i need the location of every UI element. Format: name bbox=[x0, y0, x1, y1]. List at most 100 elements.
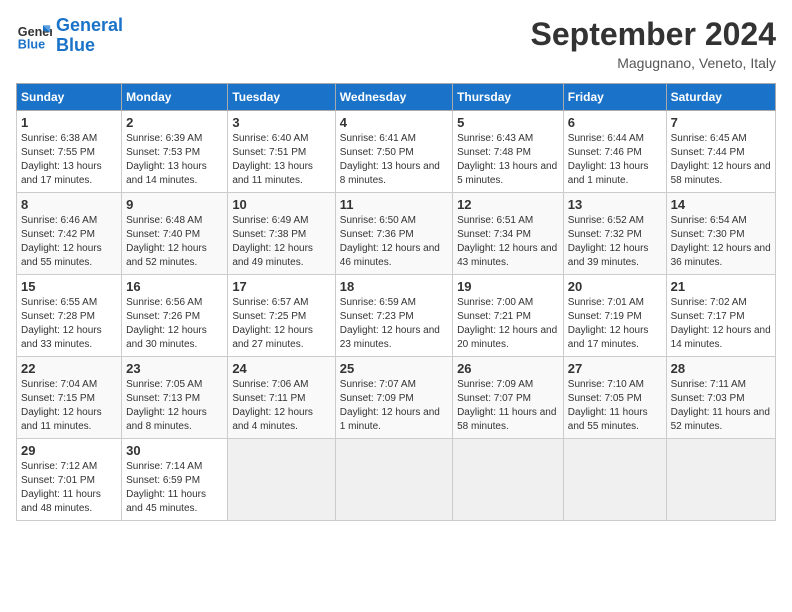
day-number: 6 bbox=[568, 115, 662, 130]
day-number: 19 bbox=[457, 279, 559, 294]
daylight-label: Daylight: 12 hours and 46 minutes. bbox=[340, 243, 440, 268]
day-info: Sunrise: 6:49 AM Sunset: 7:38 PM Dayligh… bbox=[232, 214, 330, 270]
calendar-week-5: 29 Sunrise: 7:12 AM Sunset: 7:01 PM Dayl… bbox=[17, 439, 776, 521]
sunrise-label: Sunrise: 7:04 AM bbox=[21, 379, 97, 390]
sunset-label: Sunset: 7:44 PM bbox=[671, 147, 745, 158]
sunset-label: Sunset: 7:30 PM bbox=[671, 229, 745, 240]
sunrise-label: Sunrise: 6:46 AM bbox=[21, 215, 97, 226]
logo: General Blue General Blue bbox=[16, 16, 123, 56]
weekday-header-wednesday: Wednesday bbox=[335, 84, 452, 111]
calendar-cell bbox=[453, 439, 564, 521]
day-number: 23 bbox=[126, 361, 223, 376]
calendar-cell bbox=[228, 439, 335, 521]
sunset-label: Sunset: 7:15 PM bbox=[21, 393, 95, 404]
day-info: Sunrise: 6:44 AM Sunset: 7:46 PM Dayligh… bbox=[568, 132, 662, 188]
day-info: Sunrise: 6:50 AM Sunset: 7:36 PM Dayligh… bbox=[340, 214, 448, 270]
calendar-cell: 2 Sunrise: 6:39 AM Sunset: 7:53 PM Dayli… bbox=[122, 111, 228, 193]
day-number: 1 bbox=[21, 115, 117, 130]
day-number: 18 bbox=[340, 279, 448, 294]
sunrise-label: Sunrise: 7:00 AM bbox=[457, 297, 533, 308]
calendar-cell bbox=[563, 439, 666, 521]
daylight-label: Daylight: 12 hours and 33 minutes. bbox=[21, 325, 102, 350]
daylight-label: Daylight: 11 hours and 48 minutes. bbox=[21, 489, 101, 514]
sunrise-label: Sunrise: 6:50 AM bbox=[340, 215, 416, 226]
sunrise-label: Sunrise: 6:48 AM bbox=[126, 215, 202, 226]
day-number: 7 bbox=[671, 115, 771, 130]
daylight-label: Daylight: 11 hours and 52 minutes. bbox=[671, 407, 770, 432]
daylight-label: Daylight: 12 hours and 30 minutes. bbox=[126, 325, 207, 350]
daylight-label: Daylight: 12 hours and 36 minutes. bbox=[671, 243, 771, 268]
day-number: 2 bbox=[126, 115, 223, 130]
calendar-title: September 2024 bbox=[531, 16, 776, 53]
sunset-label: Sunset: 7:51 PM bbox=[232, 147, 306, 158]
sunrise-label: Sunrise: 6:43 AM bbox=[457, 133, 533, 144]
daylight-label: Daylight: 12 hours and 52 minutes. bbox=[126, 243, 207, 268]
sunrise-label: Sunrise: 7:02 AM bbox=[671, 297, 747, 308]
sunset-label: Sunset: 7:50 PM bbox=[340, 147, 414, 158]
weekday-header-tuesday: Tuesday bbox=[228, 84, 335, 111]
day-info: Sunrise: 7:01 AM Sunset: 7:19 PM Dayligh… bbox=[568, 296, 662, 352]
day-info: Sunrise: 7:05 AM Sunset: 7:13 PM Dayligh… bbox=[126, 378, 223, 434]
day-number: 12 bbox=[457, 197, 559, 212]
day-number: 27 bbox=[568, 361, 662, 376]
sunset-label: Sunset: 7:03 PM bbox=[671, 393, 745, 404]
day-info: Sunrise: 6:46 AM Sunset: 7:42 PM Dayligh… bbox=[21, 214, 117, 270]
day-number: 11 bbox=[340, 197, 448, 212]
sunset-label: Sunset: 7:17 PM bbox=[671, 311, 745, 322]
day-number: 30 bbox=[126, 443, 223, 458]
day-number: 4 bbox=[340, 115, 448, 130]
sunset-label: Sunset: 7:55 PM bbox=[21, 147, 95, 158]
day-number: 28 bbox=[671, 361, 771, 376]
day-info: Sunrise: 6:54 AM Sunset: 7:30 PM Dayligh… bbox=[671, 214, 771, 270]
weekday-header-thursday: Thursday bbox=[453, 84, 564, 111]
day-number: 13 bbox=[568, 197, 662, 212]
calendar-cell: 6 Sunrise: 6:44 AM Sunset: 7:46 PM Dayli… bbox=[563, 111, 666, 193]
day-info: Sunrise: 6:43 AM Sunset: 7:48 PM Dayligh… bbox=[457, 132, 559, 188]
sunset-label: Sunset: 7:07 PM bbox=[457, 393, 531, 404]
day-number: 5 bbox=[457, 115, 559, 130]
calendar-cell: 21 Sunrise: 7:02 AM Sunset: 7:17 PM Dayl… bbox=[666, 275, 775, 357]
day-number: 29 bbox=[21, 443, 117, 458]
daylight-label: Daylight: 12 hours and 20 minutes. bbox=[457, 325, 557, 350]
sunset-label: Sunset: 7:32 PM bbox=[568, 229, 642, 240]
sunrise-label: Sunrise: 7:07 AM bbox=[340, 379, 416, 390]
calendar-cell: 23 Sunrise: 7:05 AM Sunset: 7:13 PM Dayl… bbox=[122, 357, 228, 439]
sunrise-label: Sunrise: 6:39 AM bbox=[126, 133, 202, 144]
calendar-week-3: 15 Sunrise: 6:55 AM Sunset: 7:28 PM Dayl… bbox=[17, 275, 776, 357]
sunrise-label: Sunrise: 6:40 AM bbox=[232, 133, 308, 144]
calendar-table: SundayMondayTuesdayWednesdayThursdayFrid… bbox=[16, 83, 776, 521]
calendar-cell: 9 Sunrise: 6:48 AM Sunset: 7:40 PM Dayli… bbox=[122, 193, 228, 275]
day-info: Sunrise: 6:59 AM Sunset: 7:23 PM Dayligh… bbox=[340, 296, 448, 352]
day-info: Sunrise: 7:11 AM Sunset: 7:03 PM Dayligh… bbox=[671, 378, 771, 434]
daylight-label: Daylight: 12 hours and 11 minutes. bbox=[21, 407, 102, 432]
day-info: Sunrise: 6:57 AM Sunset: 7:25 PM Dayligh… bbox=[232, 296, 330, 352]
daylight-label: Daylight: 12 hours and 23 minutes. bbox=[340, 325, 440, 350]
sunrise-label: Sunrise: 7:09 AM bbox=[457, 379, 533, 390]
day-info: Sunrise: 7:00 AM Sunset: 7:21 PM Dayligh… bbox=[457, 296, 559, 352]
daylight-label: Daylight: 13 hours and 17 minutes. bbox=[21, 161, 102, 186]
calendar-cell: 14 Sunrise: 6:54 AM Sunset: 7:30 PM Dayl… bbox=[666, 193, 775, 275]
sunrise-label: Sunrise: 6:54 AM bbox=[671, 215, 747, 226]
sunrise-label: Sunrise: 6:55 AM bbox=[21, 297, 97, 308]
day-number: 21 bbox=[671, 279, 771, 294]
calendar-week-1: 1 Sunrise: 6:38 AM Sunset: 7:55 PM Dayli… bbox=[17, 111, 776, 193]
sunset-label: Sunset: 7:13 PM bbox=[126, 393, 200, 404]
sunrise-label: Sunrise: 7:01 AM bbox=[568, 297, 644, 308]
sunset-label: Sunset: 7:09 PM bbox=[340, 393, 414, 404]
calendar-cell: 29 Sunrise: 7:12 AM Sunset: 7:01 PM Dayl… bbox=[17, 439, 122, 521]
sunrise-label: Sunrise: 7:12 AM bbox=[21, 461, 97, 472]
calendar-title-area: September 2024 Magugnano, Veneto, Italy bbox=[531, 16, 776, 71]
day-info: Sunrise: 7:09 AM Sunset: 7:07 PM Dayligh… bbox=[457, 378, 559, 434]
calendar-cell: 25 Sunrise: 7:07 AM Sunset: 7:09 PM Dayl… bbox=[335, 357, 452, 439]
calendar-cell: 1 Sunrise: 6:38 AM Sunset: 7:55 PM Dayli… bbox=[17, 111, 122, 193]
sunrise-label: Sunrise: 6:59 AM bbox=[340, 297, 416, 308]
day-info: Sunrise: 7:07 AM Sunset: 7:09 PM Dayligh… bbox=[340, 378, 448, 434]
calendar-cell: 22 Sunrise: 7:04 AM Sunset: 7:15 PM Dayl… bbox=[17, 357, 122, 439]
weekday-header-monday: Monday bbox=[122, 84, 228, 111]
daylight-label: Daylight: 12 hours and 14 minutes. bbox=[671, 325, 771, 350]
daylight-label: Daylight: 13 hours and 11 minutes. bbox=[232, 161, 313, 186]
logo-icon: General Blue bbox=[16, 18, 52, 54]
day-info: Sunrise: 7:10 AM Sunset: 7:05 PM Dayligh… bbox=[568, 378, 662, 434]
day-number: 15 bbox=[21, 279, 117, 294]
day-info: Sunrise: 6:51 AM Sunset: 7:34 PM Dayligh… bbox=[457, 214, 559, 270]
